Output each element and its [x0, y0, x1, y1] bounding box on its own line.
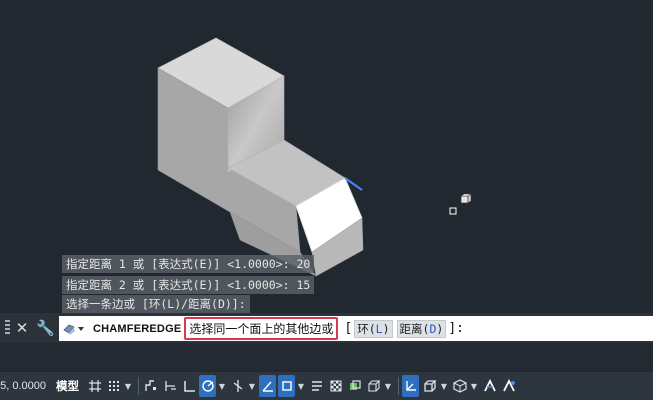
chevron-down-icon[interactable]: ▼ [440, 382, 448, 391]
command-bar-grip[interactable] [5, 320, 10, 336]
option-label: 距离 [399, 321, 423, 336]
close-icon[interactable]: ✕ [13, 318, 31, 338]
chevron-down-icon[interactable]: ▼ [470, 382, 478, 391]
dynamic-input-icon[interactable] [161, 375, 178, 397]
3d-object-snap-icon[interactable] [365, 375, 382, 397]
ortho-icon[interactable] [180, 375, 197, 397]
chevron-down-icon[interactable]: ▼ [297, 382, 305, 391]
bracket-close: ]: [448, 321, 464, 336]
dynamic-ucs-icon[interactable] [402, 375, 419, 397]
grid-icon[interactable] [86, 375, 103, 397]
filter-3d-icon[interactable] [421, 375, 438, 397]
chevron-down-icon[interactable]: ▼ [248, 382, 256, 391]
gizmo-icon[interactable] [451, 375, 468, 397]
option-distance-button[interactable]: 距离(D) [396, 319, 447, 338]
history-line-1: 指定距离 1 或 [表达式(E)] <1.0000>: 20 [62, 255, 315, 273]
transparency-icon[interactable] [327, 375, 344, 397]
object-snap-icon[interactable] [278, 375, 295, 397]
chevron-down-icon[interactable]: ▼ [124, 382, 132, 391]
history-line-2: 指定距离 2 或 [表达式(E)] <1.0000>: 15 [62, 276, 315, 294]
command-name: CHAMFEREDGE [93, 322, 182, 335]
snap-icon[interactable] [105, 375, 122, 397]
isodraft-icon[interactable] [229, 375, 246, 397]
divider [398, 377, 399, 395]
coordinates-readout[interactable]: 55, 0.0000 [0, 380, 56, 392]
option-key: L [375, 321, 383, 336]
layout-tabs-area [0, 343, 653, 371]
option-label: 环 [357, 321, 369, 336]
history-line-3: 选择一条边或 [环(L)/距离(D)]: [62, 295, 250, 313]
chevron-down-icon[interactable]: ▼ [218, 382, 226, 391]
infer-constraints-icon[interactable] [142, 375, 159, 397]
selection-cycling-icon[interactable] [346, 375, 363, 397]
customize-wrench-icon[interactable]: 🔧 [36, 318, 55, 338]
command-icon[interactable] [59, 316, 93, 341]
chamfer-tool-icon [63, 324, 84, 335]
option-loop-button[interactable]: 环(L) [354, 319, 393, 338]
status-bar: 55, 0.0000 模型 ▼ ▼ ▼ ▼ ▼ [0, 372, 653, 400]
chevron-down-icon[interactable]: ▼ [384, 382, 392, 391]
divider [138, 377, 139, 395]
lineweight-icon[interactable] [308, 375, 325, 397]
cursor-pickbox [449, 207, 457, 215]
model-space-toggle[interactable]: 模型 [56, 378, 86, 394]
cube-cursor-icon [460, 193, 472, 204]
annotation-visibility-icon[interactable] [481, 375, 498, 397]
command-prompt: 选择同一个面上的其他边或 [184, 317, 339, 340]
command-line[interactable]: CHAMFEREDGE 选择同一个面上的其他边或 [ 环(L) 距离(D) ]: [59, 316, 653, 341]
auto-scale-icon[interactable] [500, 375, 517, 397]
object-snap-tracking-icon[interactable] [259, 375, 276, 397]
bracket-open: [ [344, 321, 353, 336]
polar-tracking-icon[interactable] [199, 375, 216, 397]
